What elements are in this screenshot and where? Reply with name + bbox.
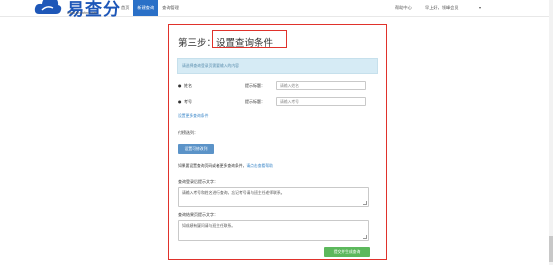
result-tip-text: 如成绩有疑问请与班主任联系。 (182, 223, 236, 228)
hint-text: 如果要设置查询页码或者更多查询条件， (178, 163, 247, 168)
checkbox-name[interactable]: ● (178, 83, 182, 88)
page-scrollbar[interactable] (549, 0, 553, 265)
sort-columns-label: 付榜选列： (178, 130, 198, 135)
step-prefix: 第三步： (178, 38, 217, 49)
cloud-logo-icon (34, 0, 62, 14)
scrollbar-thumb[interactable] (549, 236, 553, 262)
help-center-link[interactable]: 帮助中心 (395, 0, 412, 16)
info-alert: 请选择查询登录页需要输入的内容 (177, 58, 378, 74)
set-editable-columns-button[interactable]: 设置可修改列 (178, 144, 214, 154)
nav-item-query-manage[interactable]: 查询管理 (158, 0, 183, 16)
more-conditions-link[interactable]: 设置更多查询条件 (178, 113, 208, 119)
brand-url: www.Yichafen.com (67, 11, 97, 15)
main-nav: 首页 新建查询 查询管理 (117, 0, 183, 16)
resize-handle-icon[interactable] (363, 235, 367, 239)
nav-item-home[interactable]: 首页 (117, 0, 133, 16)
query-settings-panel: 第三步：设置查询条件 请选择查询登录页需要输入的内容 ● 姓名 提示标题： 请输… (168, 24, 387, 260)
chevron-down-icon[interactable]: ▾ (479, 0, 481, 16)
login-tip-textarea[interactable]: 请输入考号和姓名进行查询，忘记考号请与班主任老师联系。 (178, 187, 369, 207)
name-tip-input[interactable]: 请输入姓名 (276, 81, 366, 90)
result-tip-label: 查询结果页提示文字： (178, 212, 218, 217)
field-name-label: 姓名 (184, 83, 192, 88)
help-hint: 如果要设置查询页码或者更多查询条件，请点击查看帮助 (178, 163, 273, 169)
nav-item-new-query[interactable]: 新建查询 (133, 0, 159, 16)
result-tip-textarea[interactable]: 如成绩有疑问请与班主任联系。 (178, 220, 369, 241)
resize-handle-icon[interactable] (363, 201, 367, 205)
exam-number-tip-input[interactable]: 请输入考号 (276, 97, 366, 106)
view-help-link[interactable]: 请点击查看帮助 (246, 163, 273, 168)
title-highlight-box (212, 30, 287, 48)
field-exam-label: 考号 (184, 99, 192, 104)
tip-title-label: 提示标题： (245, 99, 265, 104)
brand-name[interactable]: 易查分 (67, 0, 121, 20)
user-greeting[interactable]: 早上好，领峰会员 (425, 0, 459, 16)
checkbox-exam-number[interactable]: ● (178, 99, 182, 104)
tip-title-label: 提示标题： (245, 83, 265, 88)
submit-generate-button[interactable]: 提交并生成查询 (324, 247, 370, 257)
login-tip-text: 请输入考号和姓名进行查询，忘记考号请与班主任老师联系。 (182, 190, 285, 195)
top-navbar: 易查分 www.Yichafen.com 首页 新建查询 查询管理 帮助中心 早… (0, 0, 553, 20)
login-tip-label: 查询登录后提示文字： (178, 179, 218, 184)
